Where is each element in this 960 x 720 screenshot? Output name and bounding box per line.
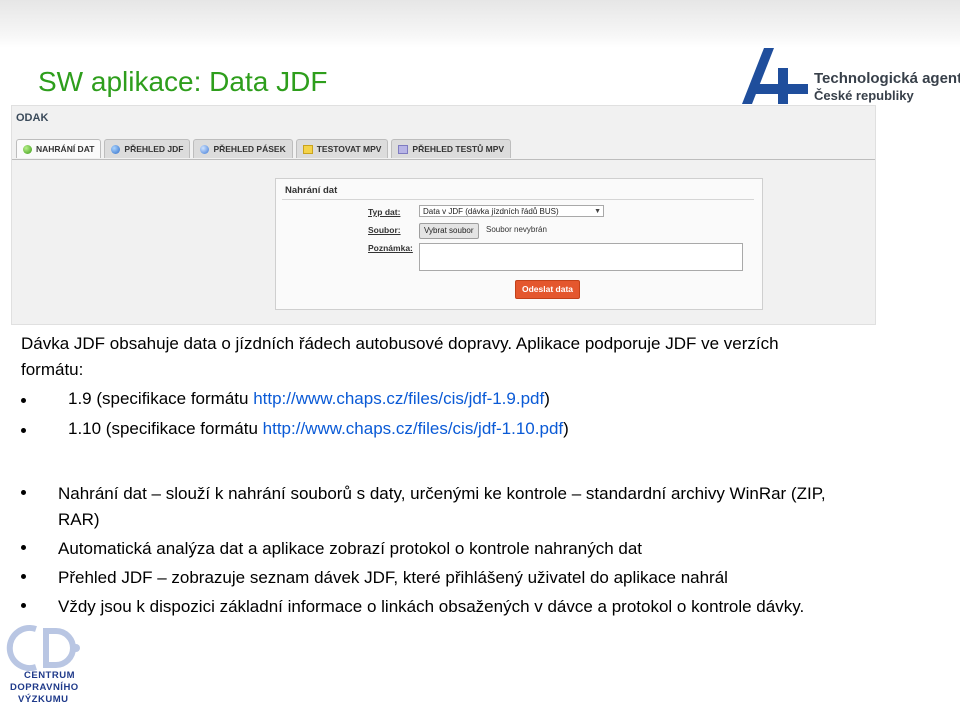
app-screenshot: ODAK NAHRÁNÍ DAT PŘEHLED JDF PŘEHLED PÁS… [11,105,876,325]
tab-label: PŘEHLED TESTŮ MPV [412,144,505,154]
tacr-line2: České republiky [814,88,914,103]
chevron-down-icon: ▼ [594,208,601,215]
tab-divider [12,159,875,160]
bullet-icon [21,603,26,608]
app-tabs: NAHRÁNÍ DAT PŘEHLED JDF PŘEHLED PÁSEK TE… [16,139,512,159]
document-icon [398,144,409,154]
choose-file-button[interactable]: Vybrat soubor [419,223,479,239]
tacr-line1: Technologická agentura [814,70,960,87]
list-item: Přehled JDF – zobrazuje seznam dávek JDF… [21,565,851,591]
blue-dot-icon [111,144,121,154]
file-status: Soubor nevybrán [486,225,547,234]
version-suffix: ) [563,419,569,438]
list-item: Automatická analýza dat a aplikace zobra… [21,536,851,562]
feature-text: Přehled JDF – zobrazuje seznam dávek JDF… [58,568,728,587]
type-select[interactable]: Data v JDF (dávka jízdních řádů BUS) ▼ [419,205,604,217]
tacr-emblem-icon [742,42,810,104]
type-select-value: Data v JDF (dávka jízdních řádů BUS) [423,207,559,216]
file-label: Soubor: [368,225,401,235]
feature-text: Automatická analýza dat a aplikace zobra… [58,539,643,558]
bullet-icon [21,545,26,550]
feature-text: Vždy jsou k dispozici základní informace… [58,597,805,616]
list-item: Vždy jsou k dispozici základní informace… [21,594,851,620]
version-suffix: ) [544,389,550,408]
cdv-line1: CENTRUM [24,670,75,681]
tab-prehled-pasek[interactable]: PŘEHLED PÁSEK [193,139,293,158]
features-list: Nahrání dat – slouží k nahrání souborů s… [21,481,851,623]
bullet-icon [21,398,26,403]
version-text: 1.10 (specifikace formátu [68,419,263,438]
note-textarea[interactable] [419,243,743,271]
feature-text: Nahrání dat – slouží k nahrání souborů s… [58,484,826,529]
tab-label: PŘEHLED JDF [124,144,184,154]
tab-prehled-jdf[interactable]: PŘEHLED JDF [104,139,191,158]
tab-nahrani-dat[interactable]: NAHRÁNÍ DAT [16,139,102,158]
intro-text: Dávka JDF obsahuje data o jízdních řádec… [21,334,779,379]
type-label: Typ dat: [368,207,401,217]
version-text: 1.9 (specifikace formátu [68,389,254,408]
tacr-logo: Technologická agentura České republiky [742,38,960,108]
cdv-line2: DOPRAVNÍHO [10,682,79,693]
bullet-icon [21,574,26,579]
upload-form-panel: Nahrání dat Typ dat: Data v JDF (dávka j… [275,178,763,310]
folder-icon [302,144,313,154]
tab-label: TESTOVAT MPV [316,144,382,154]
note-label: Poznámka: [368,243,413,253]
app-title: ODAK [16,112,49,124]
cdv-emblem-icon [6,625,80,671]
spec-link[interactable]: http://www.chaps.cz/files/cis/jdf-1.9.pd… [253,389,544,408]
tab-label: PŘEHLED PÁSEK [213,144,286,154]
bullet-icon [21,490,26,495]
blue-globe-icon [200,144,210,154]
tab-label: NAHRÁNÍ DAT [36,144,95,154]
spec-link[interactable]: http://www.chaps.cz/files/cis/jdf-1.10.p… [263,419,563,438]
tab-testovat-mpv[interactable]: TESTOVAT MPV [295,139,389,158]
slide-title: SW aplikace: Data JDF [38,66,328,97]
list-item: Nahrání dat – slouží k nahrání souborů s… [21,481,851,533]
cdv-line3: VÝZKUMU [18,694,69,705]
green-dot-icon [23,144,32,154]
form-title: Nahrání dat [285,185,338,196]
tab-prehled-testu-mpv[interactable]: PŘEHLED TESTŮ MPV [391,139,512,158]
submit-button[interactable]: Odeslat data [515,280,581,299]
bullet-icon [21,428,26,433]
cdv-logo: CENTRUM DOPRAVNÍHO VÝZKUMU [6,625,100,717]
form-divider [282,199,754,200]
